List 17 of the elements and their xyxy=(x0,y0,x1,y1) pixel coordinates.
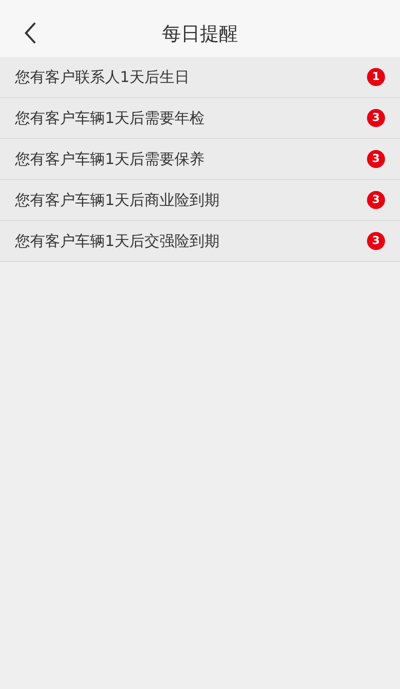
back-icon xyxy=(23,20,37,44)
reminder-text: 您有客户车辆1天后交强险到期 xyxy=(15,230,220,252)
count-badge: 3 xyxy=(367,109,385,127)
reminder-item[interactable]: 您有客户车辆1天后交强险到期 3 xyxy=(0,221,400,262)
count-badge: 1 xyxy=(367,68,385,86)
reminder-item[interactable]: 您有客户车辆1天后商业险到期 3 xyxy=(0,180,400,221)
reminder-item[interactable]: 您有客户联系人1天后生日 1 xyxy=(0,57,400,98)
reminder-text: 您有客户联系人1天后生日 xyxy=(15,66,190,88)
reminder-text: 您有客户车辆1天后需要保养 xyxy=(15,148,205,170)
count-badge: 3 xyxy=(367,232,385,250)
page-title: 每日提醒 xyxy=(162,22,238,47)
reminder-text: 您有客户车辆1天后商业险到期 xyxy=(15,190,220,211)
count-badge: 3 xyxy=(367,150,385,168)
count-badge: 3 xyxy=(367,191,385,209)
reminder-item[interactable]: 您有客户车辆1天后需要保养 3 xyxy=(0,139,400,180)
reminder-item[interactable]: 您有客户车辆1天后需要年检 3 xyxy=(0,98,400,139)
reminder-text: 您有客户车辆1天后需要年检 xyxy=(15,108,205,129)
